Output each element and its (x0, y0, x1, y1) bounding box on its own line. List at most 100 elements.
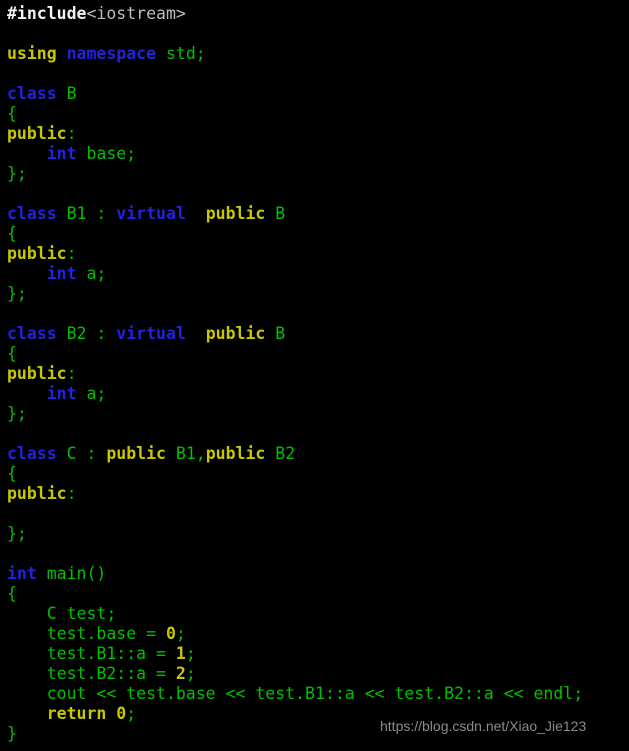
code-line: }; (7, 404, 629, 424)
code-token: public (106, 444, 166, 463)
code-token: C : (66, 444, 107, 463)
code-line: class B (7, 84, 629, 104)
code-token: int (46, 144, 77, 163)
code-line: public: (7, 124, 629, 144)
code-token: class (7, 204, 57, 223)
code-token: : (66, 124, 77, 143)
code-token: class (7, 444, 57, 463)
code-token: int (46, 384, 77, 403)
code-line: }; (7, 284, 629, 304)
code-editor-surface: #include<iostream> using namespace std; … (0, 0, 629, 751)
code-token: int (7, 564, 37, 583)
code-token: <iostream> (86, 4, 186, 23)
code-token: a; (86, 384, 107, 403)
code-token: }; (7, 404, 27, 423)
code-line: public: (7, 484, 629, 504)
code-token: test.B1::a = (7, 644, 176, 663)
code-token: public (7, 484, 67, 503)
code-token: 2 (175, 664, 186, 683)
code-token: }; (7, 284, 27, 303)
code-line: public: (7, 364, 629, 384)
code-line: test.B2::a = 2; (7, 664, 629, 684)
code-line: { (7, 344, 629, 364)
code-token: B1, (175, 444, 206, 463)
code-token: cout << test.base << test.B1::a << test.… (7, 684, 584, 703)
code-token: B1 : (66, 204, 117, 223)
code-token: C test; (7, 604, 117, 623)
code-token: namespace (66, 44, 157, 63)
code-line: #include<iostream> (7, 4, 629, 24)
code-line: test.B1::a = 1; (7, 644, 629, 664)
code-token: { (7, 224, 17, 243)
code-token: { (7, 104, 17, 123)
code-token: : (66, 364, 77, 383)
code-token: B2 (275, 444, 296, 463)
code-token: public (7, 244, 67, 263)
code-token: B2 : (66, 324, 117, 343)
code-line: }; (7, 524, 629, 544)
code-token: public (205, 444, 266, 463)
watermark-text: https://blog.csdn.net/Xiao_Jie123 (380, 718, 587, 734)
code-token: { (7, 584, 17, 603)
code-token: B (66, 84, 77, 103)
code-line: public: (7, 244, 629, 264)
code-token: test.base = (7, 624, 166, 643)
code-line: class B1 : virtual public B (7, 204, 629, 224)
code-token: { (7, 464, 17, 483)
code-token: virtual (116, 324, 186, 343)
code-listing: #include<iostream> using namespace std; … (7, 4, 629, 744)
code-token: ; (126, 704, 137, 723)
code-line: { (7, 464, 629, 484)
code-token: B (275, 324, 286, 343)
code-token: public (205, 324, 266, 343)
code-token: B (275, 204, 286, 223)
code-token: public (7, 364, 67, 383)
code-token: { (7, 344, 17, 363)
code-token: }; (7, 164, 27, 183)
code-token: return (46, 704, 107, 723)
code-line: { (7, 104, 629, 124)
code-line: int a; (7, 264, 629, 284)
code-token: ; (185, 644, 196, 663)
code-token: test.B2::a = (7, 664, 176, 683)
code-line: { (7, 224, 629, 244)
code-token: }; (7, 524, 27, 543)
code-token: 0 (116, 704, 127, 723)
code-token: int (46, 264, 77, 283)
code-token: virtual (116, 204, 186, 223)
code-line: cout << test.base << test.B1::a << test.… (7, 684, 629, 704)
code-line: { (7, 584, 629, 604)
code-token: #include (7, 4, 87, 23)
code-line: int a; (7, 384, 629, 404)
code-token: a; (86, 264, 107, 283)
code-token: : (66, 244, 77, 263)
code-line: class B2 : virtual public B (7, 324, 629, 344)
code-line: }; (7, 164, 629, 184)
code-token: } (7, 724, 17, 743)
code-line: C test; (7, 604, 629, 624)
code-token: std; (165, 44, 206, 63)
code-token: ; (175, 624, 186, 643)
